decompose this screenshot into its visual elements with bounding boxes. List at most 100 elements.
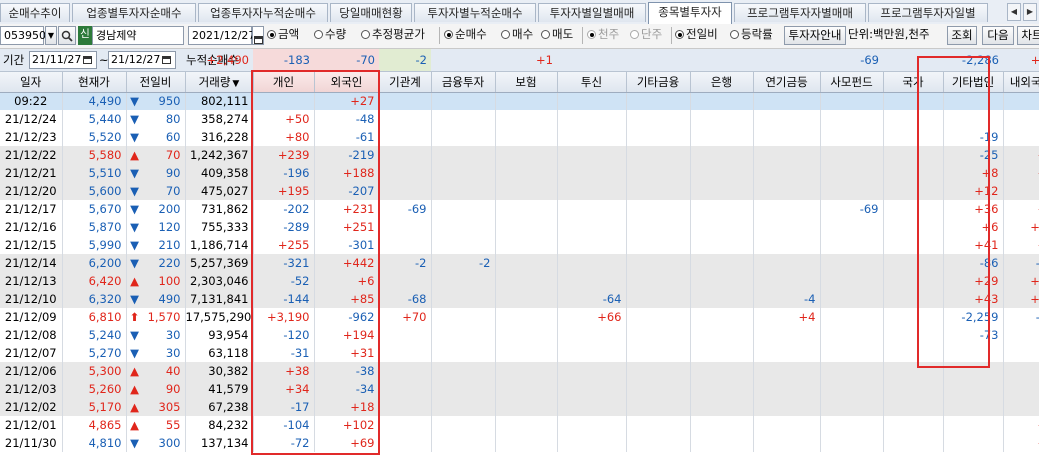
investor-value-cell — [495, 434, 558, 452]
investor-value-cell — [820, 290, 884, 308]
table-row[interactable]: 21/12/10 6,320 ▼ 490 7,131,841 -144 +85 -68 -64-… — [0, 290, 1039, 308]
table-row[interactable]: 21/12/14 6,200 ▼ 220 5,257,369 -321 +442 -2 -2 -8… — [0, 254, 1039, 272]
investor-value-cell — [753, 380, 821, 398]
investor-value-cell — [495, 182, 558, 200]
radio-estimated-avg[interactable]: 추정평균가 — [361, 26, 425, 45]
toolbar: 053950 ▼ 신 경남제약 2021/12/27 금액 수량 추정평균가 순… — [0, 24, 1039, 49]
investor-value-cell — [690, 200, 754, 218]
investor-value-cell — [626, 182, 691, 200]
tab-1[interactable]: 업종별투자자순매수 — [72, 3, 196, 22]
column-header[interactable]: 보험 — [495, 72, 558, 93]
column-header[interactable]: 내외국인 — [1003, 72, 1039, 93]
cumulative-value — [431, 49, 495, 71]
column-header[interactable]: 기타금융 — [626, 72, 691, 93]
calendar-icon[interactable] — [83, 56, 93, 64]
radio-amount[interactable]: 금액 — [267, 26, 299, 45]
radio-change-rate[interactable]: 등락률 — [730, 26, 773, 45]
table-row[interactable]: 21/12/08 5,240 ▼ 30 93,954 -120 +194 -73 — [0, 326, 1039, 344]
investor-value-cell — [431, 146, 496, 164]
investor-value-cell — [557, 182, 627, 200]
chart-button[interactable]: 차트 — [1017, 26, 1039, 45]
column-header[interactable]: 금융투자 — [431, 72, 496, 93]
column-header-label: 일자 — [20, 74, 42, 89]
volume-cell: 63,118 — [185, 344, 254, 362]
date-input[interactable]: 2021/12/27 — [188, 26, 255, 45]
tab-7[interactable]: 프로그램투자자별매매 — [734, 3, 866, 22]
volume-cell: 17,575,290 — [185, 308, 254, 326]
investor-value-cell — [626, 434, 691, 452]
table-row[interactable]: 21/12/09 6,810 ⬆ 1,570 17,575,290 +3,190 -962 +… — [0, 308, 1039, 326]
search-icon[interactable] — [58, 26, 76, 45]
column-header[interactable]: 현재가 — [62, 72, 127, 93]
table-row[interactable]: 21/12/136,420▲1002,303,046-52+6+29+18 — [0, 272, 1039, 290]
table-row[interactable]: 09:22 4,490 ▼ 950 802,111 +27 — [0, 92, 1039, 110]
table-row[interactable]: 21/12/17 5,670 ▼ 200 731,862 -202 +231 -69 -69 +3… — [0, 200, 1039, 218]
table-row[interactable]: 21/12/225,580▲701,242,367+239-219-25+4 — [0, 146, 1039, 164]
column-header[interactable]: 일자 — [0, 72, 63, 93]
price-cell: 5,260 — [62, 380, 127, 398]
radio-sell[interactable]: 매도 — [541, 26, 573, 45]
column-header[interactable]: 은행 — [690, 72, 754, 93]
code-dropdown-icon[interactable]: ▼ — [45, 26, 57, 45]
table-row[interactable]: 21/12/07 5,270 ▼ 30 63,118 -31 +31 — [0, 344, 1039, 362]
column-header[interactable]: 거래량 ▼ — [185, 72, 254, 93]
tab-6[interactable]: 종목별투자자 — [648, 2, 732, 24]
tab-3[interactable]: 당일매매현황 — [330, 3, 412, 22]
radio-net-buy[interactable]: 순매수 — [444, 26, 487, 45]
cumulative-value: +1 — [536, 53, 553, 67]
stock-code-input[interactable]: 053950 — [0, 26, 46, 45]
change-cell: ▼ 70 — [126, 182, 186, 200]
table-row[interactable]: 21/12/23 5,520 ▼ 60 316,228 +80 -61 -19 — [0, 128, 1039, 146]
column-header[interactable]: 기관계 — [379, 72, 432, 93]
investor-value-cell — [431, 128, 496, 146]
investor-value-cell — [495, 416, 558, 434]
triangle-up-icon: ▲ — [130, 364, 139, 378]
next-button[interactable]: 다음 — [982, 26, 1014, 45]
investor-value-cell — [379, 416, 432, 434]
investor-info-button[interactable]: 투자자안내 — [784, 26, 846, 45]
table-row[interactable]: 21/11/304,810▼300137,134-72+69+2 — [0, 434, 1039, 452]
investor-value-cell — [495, 344, 558, 362]
investor-value-cell: +2 — [1003, 416, 1039, 434]
sort-down-icon[interactable]: ▼ — [232, 79, 239, 89]
table-row[interactable]: 21/12/245,440▼80358,274+50-48-2 — [0, 110, 1039, 128]
tab-4[interactable]: 투자자별누적순매수 — [414, 3, 536, 22]
investor-value-cell — [626, 146, 691, 164]
investor-value-cell — [753, 128, 821, 146]
tab-8[interactable]: 프로그램투자자일별 — [868, 3, 988, 22]
tab-scroll-left-icon[interactable]: ◀ — [1007, 3, 1021, 21]
column-header[interactable]: 사모펀드 — [820, 72, 884, 93]
investor-value-cell — [690, 128, 754, 146]
table-row[interactable]: 21/12/025,170▲30567,238-17+18-2 — [0, 398, 1039, 416]
investor-value-cell — [1003, 362, 1039, 380]
radio-buy[interactable]: 매수 — [501, 26, 533, 45]
radio-quantity[interactable]: 수량 — [314, 26, 346, 45]
radio-prev-day[interactable]: 전일비 — [675, 26, 718, 45]
investor-value-cell — [431, 200, 496, 218]
calendar-icon[interactable] — [252, 26, 264, 45]
query-button[interactable]: 조회 — [947, 26, 977, 45]
investor-value-cell — [379, 164, 432, 182]
table-row[interactable]: 21/12/215,510▼90409,358-196+188+8+1 — [0, 164, 1039, 182]
investor-value-cell — [690, 164, 754, 182]
calendar-icon[interactable] — [162, 56, 172, 64]
tab-scroll-right-icon[interactable]: ▶ — [1023, 3, 1037, 21]
investor-value-cell — [690, 416, 754, 434]
investor-value-cell: +18 — [1003, 272, 1039, 290]
column-header[interactable]: 전일비 — [126, 72, 186, 93]
table-row[interactable]: 21/12/155,990▼2101,186,714+255-301+41+5 — [0, 236, 1039, 254]
period-end-input[interactable]: 21/12/27 — [108, 51, 176, 69]
period-start-input[interactable]: 21/11/27 — [29, 51, 97, 69]
table-row[interactable]: 21/12/014,865▲5584,232-104+102+2 — [0, 416, 1039, 434]
investor-value-cell — [557, 164, 627, 182]
table-row[interactable]: 21/12/165,870▼120755,333-289+251+6+32 — [0, 218, 1039, 236]
change-cell: ▼ 490 — [126, 290, 186, 308]
table-row[interactable]: 21/12/03 5,260 ▲ 90 41,579 +34 -34 — [0, 380, 1039, 398]
tab-0[interactable]: 순매수추이 — [0, 3, 70, 22]
table-row[interactable]: 21/12/06 5,300 ▲ 40 30,382 +38 -38 — [0, 362, 1039, 380]
tab-5[interactable]: 투자자별일별매매 — [538, 3, 646, 22]
tab-2[interactable]: 업종투자자누적순매수 — [198, 3, 328, 22]
table-row[interactable]: 21/12/20 5,600 ▼ 70 475,027 +195 -207 +12 — [0, 182, 1039, 200]
column-header[interactable]: 투신 — [557, 72, 627, 93]
column-header[interactable]: 연기금등 — [753, 72, 821, 93]
